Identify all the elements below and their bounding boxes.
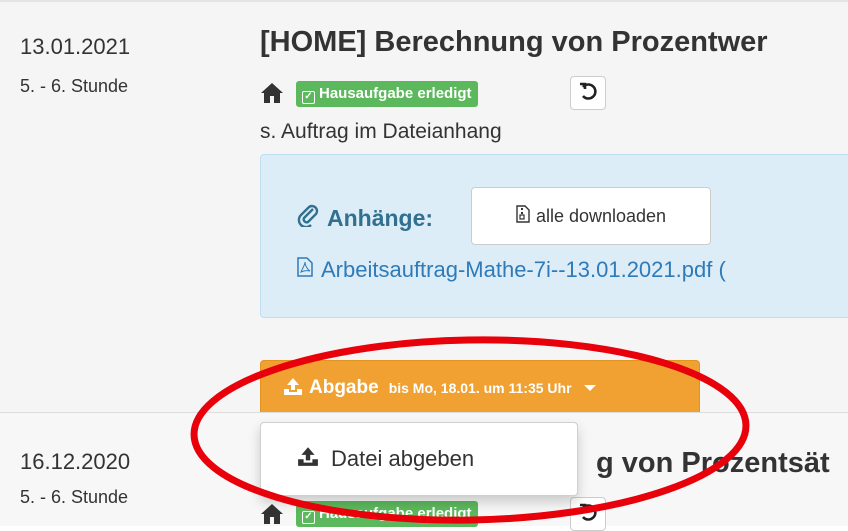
submission-dropdown-button[interactable]: Abgabe bis Mo, 18.01. um 11:35 Uhr (260, 360, 700, 416)
entry-description: s. Auftrag im Dateianhang (260, 120, 502, 143)
attachments-panel: Anhänge: alle downloaden Arbeitsauftrag-… (260, 154, 848, 318)
attachments-heading: Anhänge: (297, 203, 433, 233)
undo-icon (578, 81, 598, 106)
file-pdf-icon (297, 257, 313, 283)
check-square-icon: ✓ (302, 91, 315, 104)
entry-title[interactable]: g von Prozentsät (596, 447, 830, 480)
home-icon (260, 503, 284, 530)
entry-date: 16.12.2020 (20, 449, 131, 474)
homework-entry: 13.01.2021 5. - 6. Stunde [HOME] Berechn… (0, 0, 848, 416)
file-archive-icon (516, 204, 530, 228)
homework-done-badge: ✓ Hausaufgabe erledigt (296, 501, 478, 527)
entry-period: 5. - 6. Stunde (20, 76, 129, 96)
submit-file-menu-item[interactable]: Datei abgeben (297, 445, 474, 473)
submission-dropdown-menu: Datei abgeben (260, 422, 578, 496)
download-all-button[interactable]: alle downloaden (471, 187, 711, 245)
caret-down-icon (583, 385, 596, 391)
check-square-icon: ✓ (302, 511, 315, 524)
paperclip-icon (297, 203, 319, 233)
entry-period: 5. - 6. Stunde (20, 487, 129, 507)
submission-label: Abgabe (309, 377, 379, 398)
undo-button[interactable] (570, 76, 606, 110)
upload-icon (297, 445, 319, 473)
undo-icon (578, 502, 598, 527)
entry-date: 13.01.2021 (20, 34, 131, 59)
home-icon (260, 82, 284, 109)
homework-done-badge: ✓ Hausaufgabe erledigt (296, 81, 478, 107)
entry-title[interactable]: [HOME] Berechnung von Prozentwer (260, 26, 768, 59)
upload-icon (283, 376, 303, 401)
submission-deadline: bis Mo, 18.01. um 11:35 Uhr (388, 380, 572, 396)
attachment-file-link[interactable]: Arbeitsauftrag-Mathe-7i--13.01.2021.pdf … (297, 257, 726, 283)
undo-button[interactable] (570, 497, 606, 531)
